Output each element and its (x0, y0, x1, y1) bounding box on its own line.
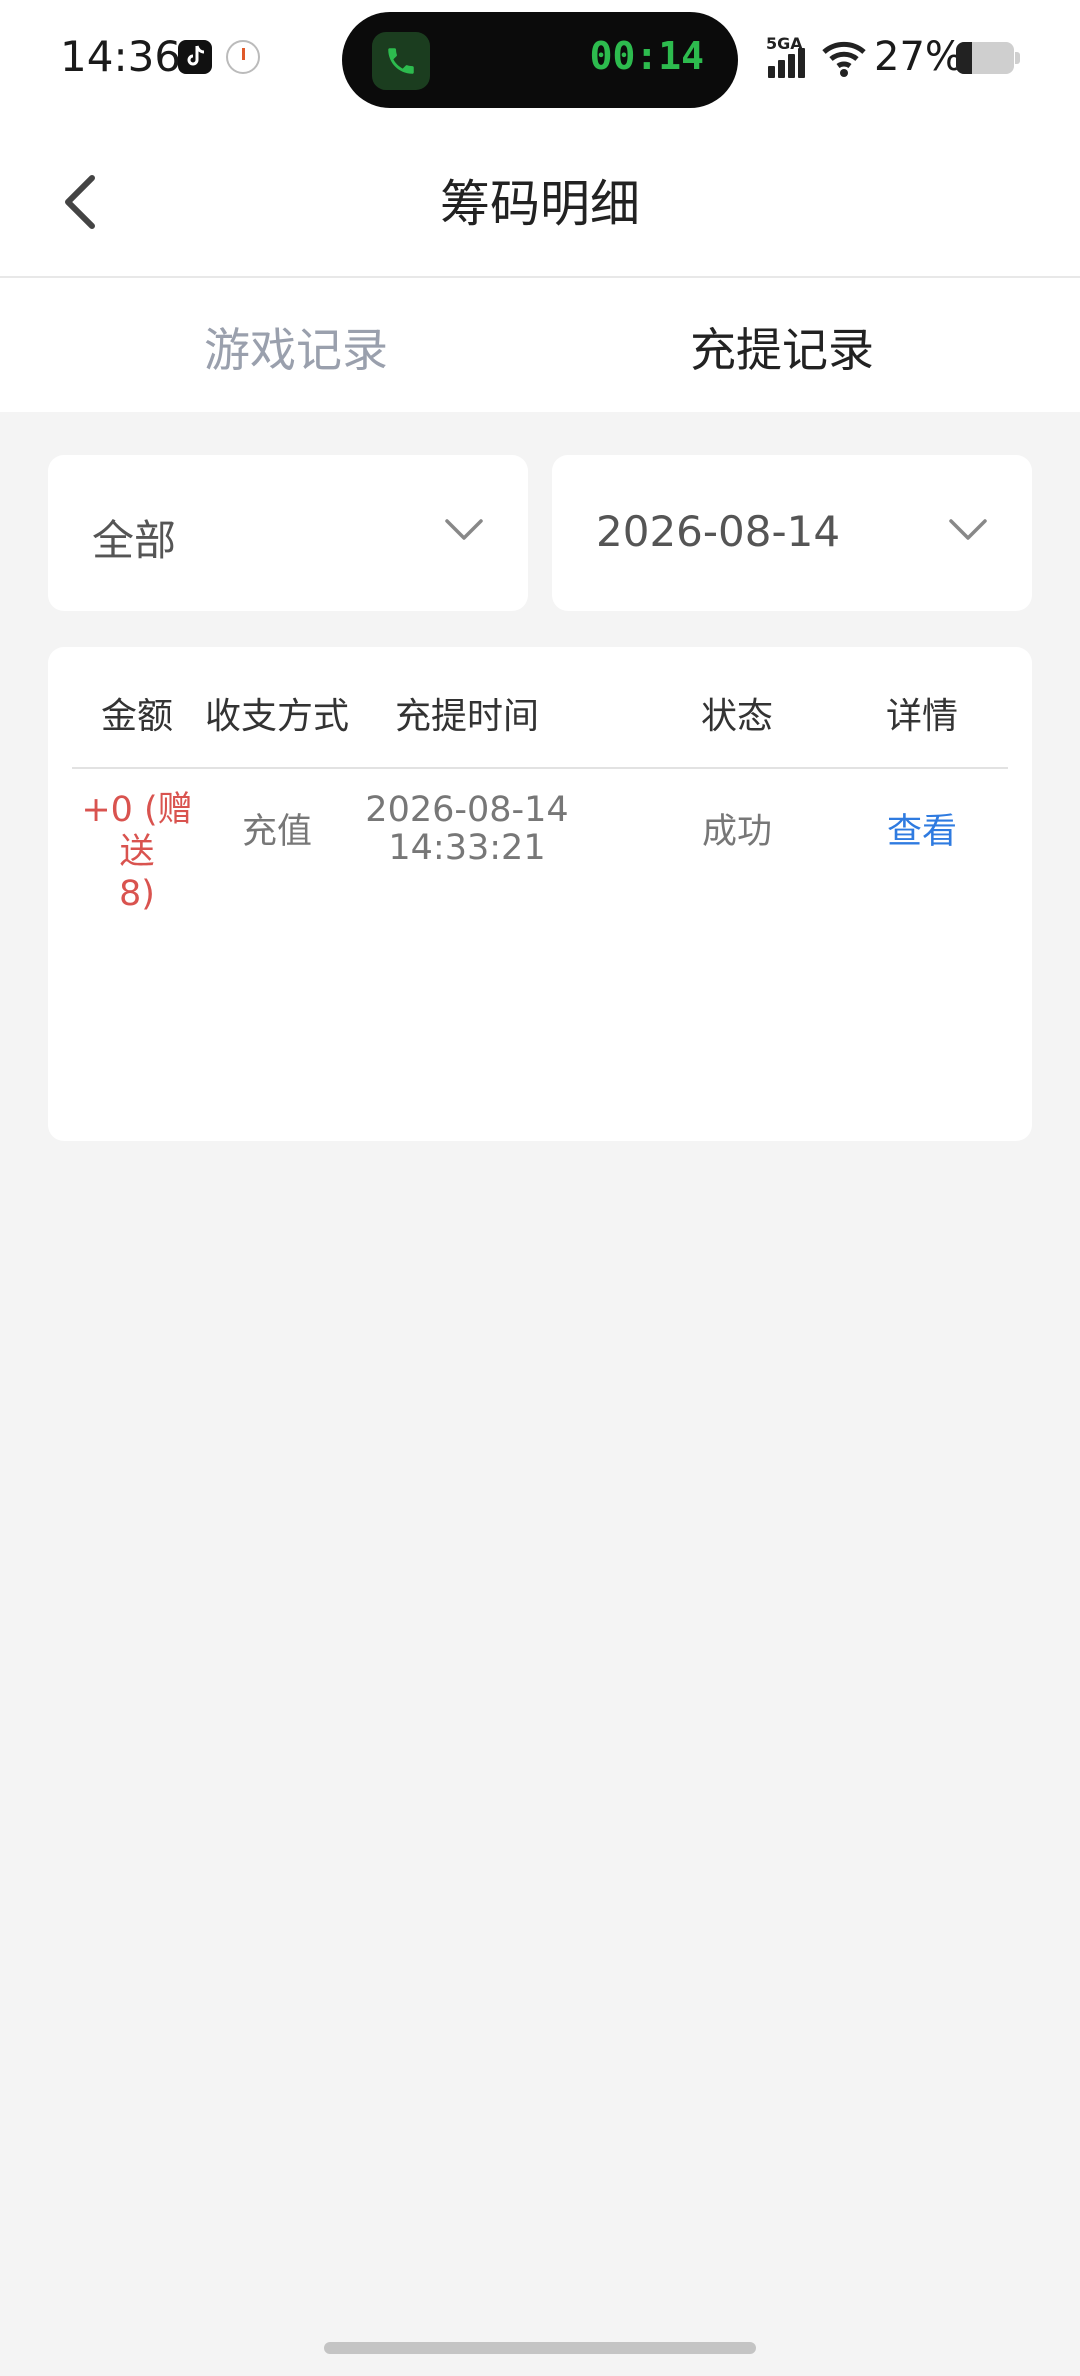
amount-cell: +0 (赠送 8) (72, 789, 202, 915)
chevron-down-icon (949, 519, 987, 540)
type-filter-value: 全部 (92, 516, 177, 565)
method-cell: 充值 (241, 812, 312, 852)
battery-fill (956, 42, 972, 74)
status-bar: 14:36 00:14 5GA 27% (0, 0, 1080, 120)
status-time: 14:36 (60, 32, 182, 81)
status-cell: 成功 (701, 812, 772, 852)
amount-line-2: 8) (119, 874, 155, 914)
record-time: 14:33:21 (388, 828, 546, 868)
signal-icon: 5GA (766, 34, 814, 78)
chevron-down-icon (445, 519, 483, 540)
records-table: 金额 收支方式 充提时间 状态 详情 +0 (赠送 8) 充值 2026-08-… (48, 647, 1032, 1141)
navigation-header: 筹码明细 (0, 120, 1080, 278)
view-detail-link[interactable]: 查看 (872, 811, 972, 853)
type-filter-dropdown[interactable]: 全部 (48, 455, 528, 611)
wifi-icon (822, 41, 866, 77)
date-filter-value: 2026-08-14 (596, 507, 841, 556)
home-indicator[interactable] (324, 2342, 756, 2354)
clock-icon (226, 40, 260, 74)
battery-icon (956, 42, 1014, 74)
tab-deposit-withdraw-records[interactable]: 充提记录 (512, 314, 1052, 380)
phone-call-icon (372, 32, 430, 90)
tiktok-icon (178, 40, 212, 74)
time-cell: 2026-08-14 14:33:21 (362, 791, 572, 867)
header-detail: 详情 (885, 696, 958, 737)
header-status: 状态 (700, 696, 773, 737)
call-timer: 00:14 (589, 34, 704, 78)
tab-game-records[interactable]: 游戏记录 (26, 314, 566, 380)
amount-line-1: +0 (赠送 (81, 790, 193, 872)
page-title: 筹码明细 (440, 175, 640, 233)
table-row: +0 (赠送 8) 充值 2026-08-14 14:33:21 成功 查看 (72, 769, 1008, 919)
header-amount: 金额 (100, 696, 173, 737)
header-time: 充提时间 (394, 696, 539, 737)
header-method: 收支方式 (204, 696, 349, 737)
tab-bar: 游戏记录 充提记录 (0, 278, 1080, 412)
table-header: 金额 收支方式 充提时间 状态 详情 (72, 647, 1008, 769)
call-indicator[interactable]: 00:14 (342, 12, 738, 108)
record-date: 2026-08-14 (365, 790, 569, 830)
date-filter-dropdown[interactable]: 2026-08-14 (552, 455, 1032, 611)
battery-percent: 27% (874, 34, 963, 80)
battery-cap (1015, 52, 1020, 64)
